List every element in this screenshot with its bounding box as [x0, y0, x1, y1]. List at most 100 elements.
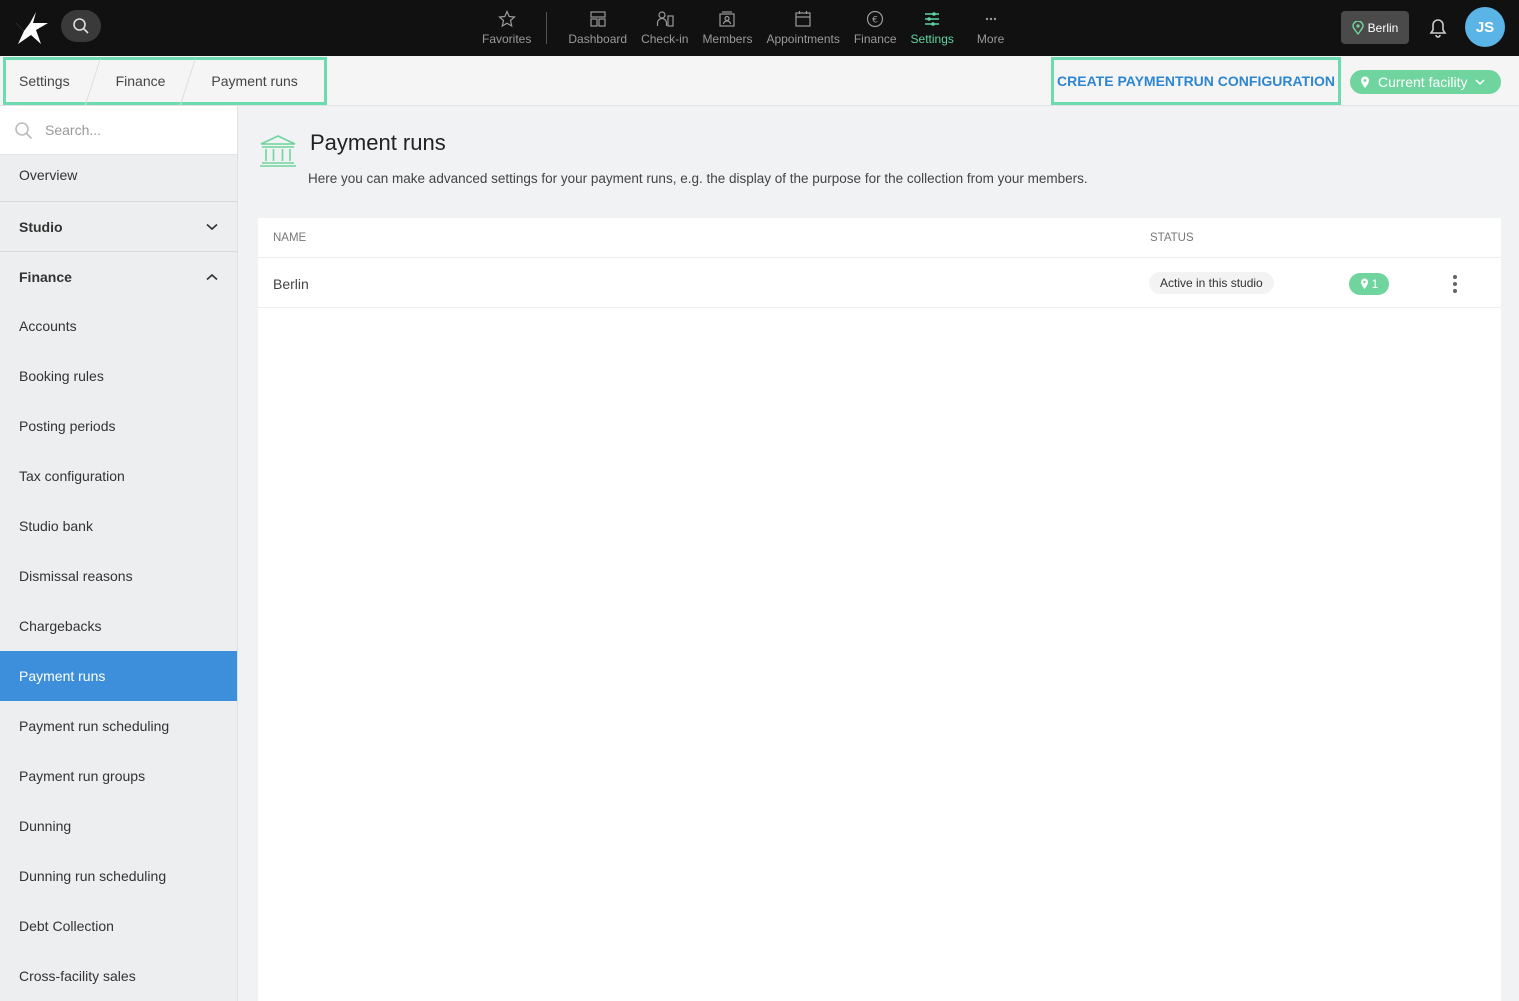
sidebar-item-label: Studio bank: [19, 518, 93, 534]
nav-label: Dashboard: [568, 32, 628, 46]
payment-runs-table: NAME STATUS Berlin Active in this studio…: [258, 218, 1501, 1001]
breadcrumb-payment-runs: Payment runs: [211, 73, 298, 89]
sidebar-item-label: Payment run groups: [19, 768, 146, 784]
location-switcher[interactable]: Berlin: [1341, 11, 1409, 44]
nav-label: Appointments: [766, 32, 840, 46]
sidebar-item-label: Posting periods: [19, 418, 116, 434]
svg-text:€: €: [872, 16, 878, 26]
column-header-status[interactable]: STATUS: [1150, 232, 1194, 244]
main-content: Payment runs Here you can make advanced …: [238, 106, 1519, 1001]
sidebar-item-overview[interactable]: Overview: [0, 155, 237, 201]
table-row[interactable]: Berlin Active in this studio 1: [258, 258, 1501, 308]
nav-divider: [546, 12, 548, 44]
chevron-down-icon: [206, 223, 218, 230]
search-icon: [15, 121, 33, 139]
sidebar-item-label: Overview: [19, 167, 78, 183]
sidebar-item-booking-rules[interactable]: Booking rules: [0, 351, 237, 401]
sidebar-item-label: Dismissal reasons: [19, 568, 133, 584]
nav-checkin[interactable]: Check-in: [634, 0, 695, 56]
sidebar-search-input[interactable]: [45, 122, 215, 138]
sub-header: Settings Finance Payment runs CREATE PAY…: [0, 56, 1519, 106]
facility-label: Current facility: [1378, 74, 1468, 90]
nav-settings[interactable]: Settings: [904, 0, 961, 56]
sidebar-section-label: Finance: [19, 268, 72, 285]
create-paymentrun-configuration-button[interactable]: CREATE PAYMENTRUN CONFIGURATION: [1051, 57, 1341, 105]
user-avatar[interactable]: JS: [1465, 7, 1505, 47]
sidebar-item-label: Cross-facility sales: [19, 968, 136, 984]
nav-favorites[interactable]: Favorites: [475, 0, 538, 56]
column-header-name[interactable]: NAME: [273, 232, 306, 244]
breadcrumb-separator: [181, 59, 195, 103]
location-pin-icon: [1351, 20, 1364, 35]
breadcrumb-finance[interactable]: Finance: [100, 73, 182, 89]
page-description: Here you can make advanced settings for …: [308, 171, 1088, 186]
avatar-initials: JS: [1475, 18, 1495, 36]
nav-label: Check-in: [641, 32, 689, 46]
global-search-button[interactable]: [61, 10, 101, 42]
location-pin-icon: [1361, 76, 1369, 88]
bell-icon[interactable]: [1425, 14, 1451, 40]
sidebar-item-label: Dunning run scheduling: [19, 868, 167, 884]
sidebar-item-label: Dunning: [19, 818, 72, 834]
sidebar-section-studio[interactable]: Studio: [0, 201, 237, 251]
nav-label: Favorites: [482, 32, 532, 46]
top-navigation-bar: Favorites Dashboard Check-in Members App…: [0, 0, 1519, 56]
location-label: Berlin: [1367, 20, 1399, 35]
search-icon: [73, 18, 89, 34]
logo-star-icon[interactable]: [14, 10, 50, 46]
location-count-badge: 1: [1349, 273, 1389, 295]
current-facility-dropdown[interactable]: Current facility: [1350, 70, 1501, 94]
nav-finance[interactable]: € Finance: [847, 0, 904, 56]
bank-icon: [260, 135, 296, 167]
sidebar-item-payment-run-groups[interactable]: Payment run groups: [0, 751, 237, 801]
nav-label: Finance: [853, 32, 897, 46]
sidebar-item-label: Payment runs: [19, 668, 106, 684]
sidebar-item-label: Tax configuration: [19, 468, 125, 484]
main-nav: Favorites Dashboard Check-in Members App…: [475, 0, 1011, 56]
members-icon: [719, 11, 736, 27]
sidebar-search: [0, 106, 237, 155]
sidebar-item-label: Chargebacks: [19, 618, 102, 634]
settings-sidebar: Overview Studio Finance Accounts Booking…: [0, 106, 238, 1001]
row-actions-menu-icon[interactable]: [1444, 273, 1466, 295]
nav-more[interactable]: More: [961, 0, 1011, 56]
sidebar-item-accounts[interactable]: Accounts: [0, 301, 237, 351]
sidebar-item-debt-collection[interactable]: Debt Collection: [0, 901, 237, 951]
sliders-icon: [925, 12, 940, 26]
sidebar-item-label: Booking rules: [19, 368, 104, 384]
sidebar-item-tax-configuration[interactable]: Tax configuration: [0, 451, 237, 501]
sidebar-item-posting-periods[interactable]: Posting periods: [0, 401, 237, 451]
euro-icon: €: [867, 10, 884, 28]
breadcrumb-separator: [86, 59, 100, 103]
sidebar-item-dunning-run-scheduling[interactable]: Dunning run scheduling: [0, 851, 237, 901]
sidebar-item-label: Accounts: [19, 318, 77, 334]
chevron-down-icon: [1475, 78, 1485, 85]
sidebar-item-dismissal-reasons[interactable]: Dismissal reasons: [0, 551, 237, 601]
nav-label: Settings: [910, 32, 954, 46]
table-header: NAME STATUS: [258, 218, 1501, 258]
more-icon: [985, 17, 996, 21]
checkin-icon: [656, 11, 674, 27]
sidebar-section-label: Studio: [19, 218, 63, 235]
sidebar-item-payment-runs[interactable]: Payment runs: [0, 651, 237, 701]
star-icon: [497, 10, 516, 28]
breadcrumb-settings[interactable]: Settings: [19, 73, 86, 89]
sidebar-item-payment-run-scheduling[interactable]: Payment run scheduling: [0, 701, 237, 751]
breadcrumb: Settings Finance Payment runs: [3, 57, 327, 105]
sidebar-item-label: Payment run scheduling: [19, 718, 170, 734]
nav-members[interactable]: Members: [695, 0, 759, 56]
sidebar-item-studio-bank[interactable]: Studio bank: [0, 501, 237, 551]
sidebar-item-label: Debt Collection: [19, 918, 114, 934]
status-badge: Active in this studio: [1149, 272, 1274, 294]
sidebar-item-dunning[interactable]: Dunning: [0, 801, 237, 851]
nav-label: Members: [702, 32, 753, 46]
sidebar-item-cross-facility-sales[interactable]: Cross-facility sales: [0, 951, 237, 1001]
sidebar-item-chargebacks[interactable]: Chargebacks: [0, 601, 237, 651]
location-count: 1: [1371, 277, 1379, 291]
row-name: Berlin: [273, 276, 309, 292]
nav-appointments[interactable]: Appointments: [759, 0, 846, 56]
nav-label: More: [976, 32, 1005, 46]
sidebar-section-finance[interactable]: Finance: [0, 251, 237, 301]
calendar-icon: [795, 11, 811, 27]
nav-dashboard[interactable]: Dashboard: [561, 0, 634, 56]
